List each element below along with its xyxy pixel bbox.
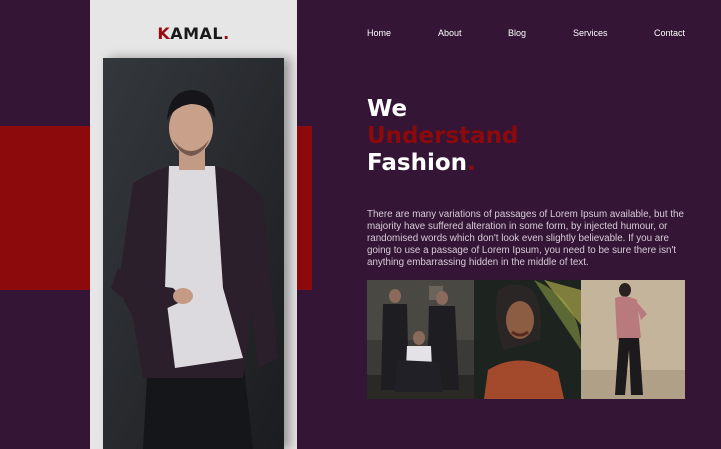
- nav-blog[interactable]: Blog: [508, 28, 526, 38]
- man-in-blazer-illustration: [103, 58, 284, 449]
- headline-line-3: Fashion.: [367, 150, 519, 177]
- headline-word-fashion: Fashion: [367, 150, 468, 176]
- headline-line-1: We: [367, 96, 408, 122]
- gallery-photo-suit[interactable]: [581, 280, 685, 399]
- gallery-photo-group[interactable]: [367, 280, 474, 399]
- nav-home[interactable]: Home: [367, 28, 391, 38]
- gallery-photo-woman[interactable]: [474, 280, 581, 399]
- headline-line-2: Understand: [367, 123, 519, 149]
- hero-headline: We Understand Fashion.: [367, 96, 519, 177]
- nav-contact[interactable]: Contact: [654, 28, 685, 38]
- headline-dot: .: [467, 150, 476, 176]
- photo-gallery: [367, 280, 685, 399]
- nav-services[interactable]: Services: [573, 28, 608, 38]
- nav-about[interactable]: About: [438, 28, 462, 38]
- hero-description: There are many variations of passages of…: [367, 208, 684, 268]
- hero-portrait-image: [103, 58, 284, 449]
- top-navigation: Home About Blog Services Contact: [0, 28, 721, 42]
